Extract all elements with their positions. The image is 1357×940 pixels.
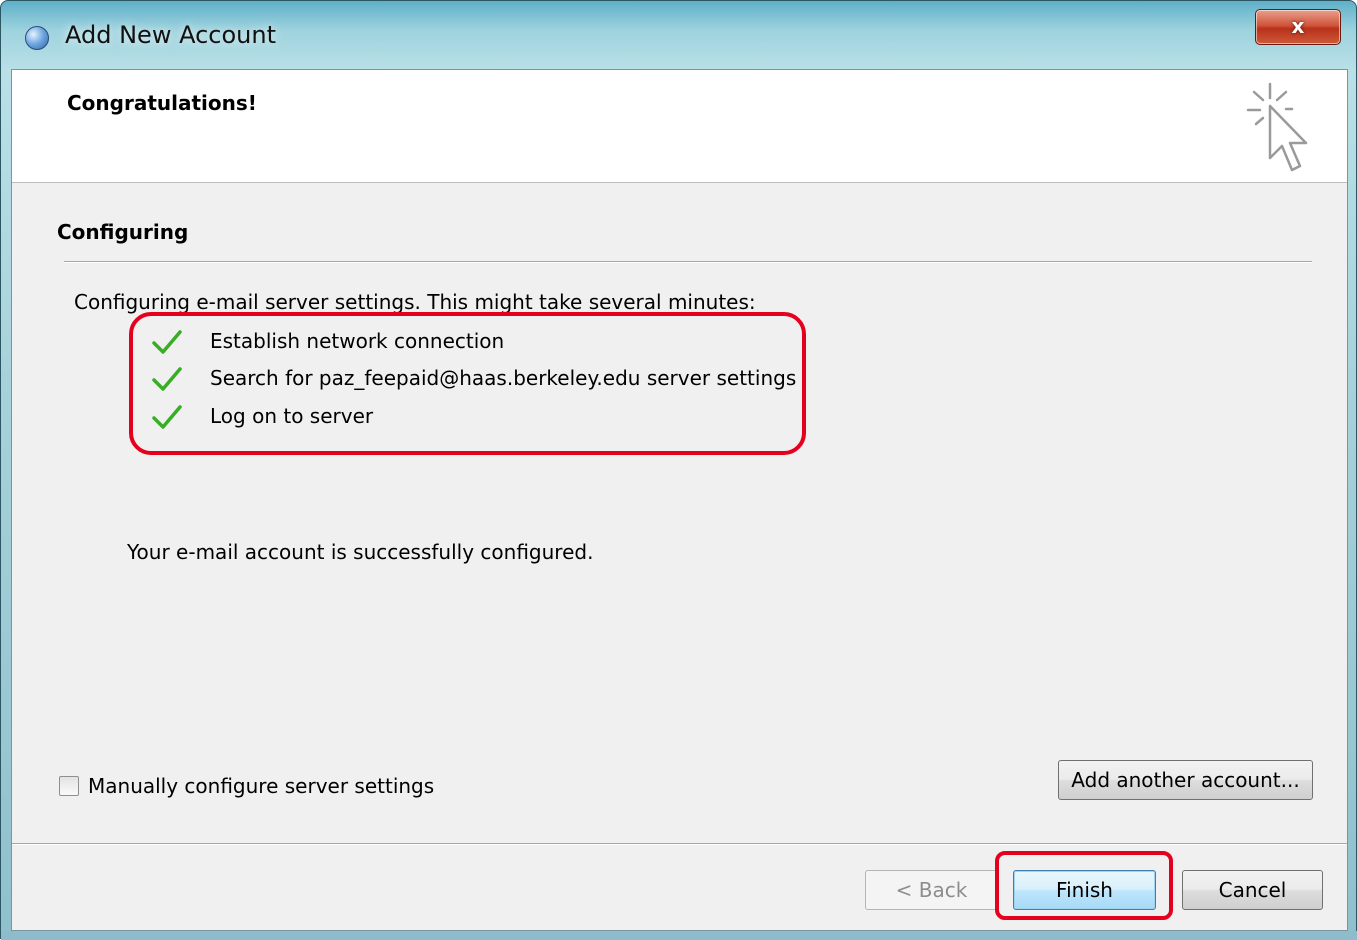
- manual-config-label[interactable]: Manually configure server settings: [88, 774, 434, 798]
- footer-divider: [12, 843, 1347, 845]
- cancel-button[interactable]: Cancel: [1182, 870, 1323, 910]
- back-button[interactable]: < Back: [865, 870, 998, 910]
- header-title: Congratulations!: [67, 91, 257, 115]
- section-title: Configuring: [57, 220, 189, 244]
- close-button[interactable]: x: [1255, 9, 1341, 45]
- dialog-body: Congratulations! Configuring Configuring…: [11, 69, 1348, 931]
- finish-highlight-box: [995, 851, 1173, 920]
- steps-highlight-box: [129, 312, 806, 455]
- add-another-account-button[interactable]: Add another account...: [1058, 760, 1313, 800]
- header-panel: Congratulations!: [12, 70, 1347, 183]
- configuring-intro: Configuring e-mail server settings. This…: [74, 290, 756, 314]
- manual-config-checkbox[interactable]: [59, 776, 79, 796]
- title-bar[interactable]: Add New Account x: [1, 1, 1356, 69]
- window-title: Add New Account: [65, 21, 276, 49]
- outlook-globe-icon: [25, 26, 49, 50]
- success-message: Your e-mail account is successfully conf…: [127, 540, 594, 564]
- section-divider: [64, 261, 1312, 263]
- cursor-sparkle-icon: [1246, 82, 1308, 172]
- add-account-window: Add New Account x Congratulations! Confi…: [0, 0, 1357, 940]
